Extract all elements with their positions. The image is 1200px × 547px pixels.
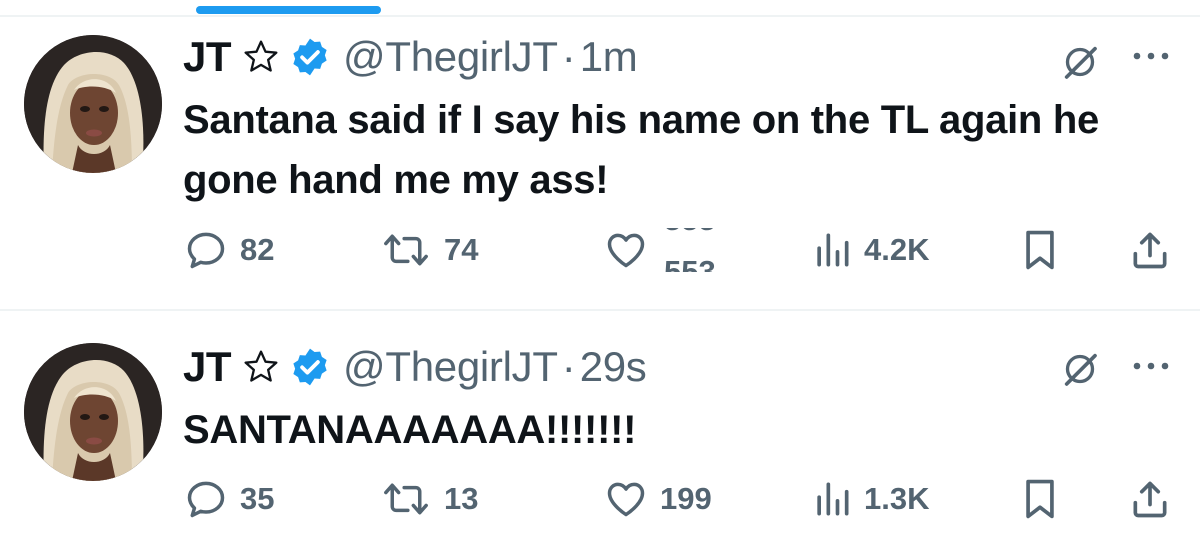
views-bars-icon xyxy=(817,233,849,267)
bookmark-icon xyxy=(1026,230,1054,270)
like-count-rolling: 555 553 xyxy=(660,228,730,272)
avatar-image xyxy=(24,343,162,481)
views-button[interactable]: 1.3K xyxy=(812,477,929,521)
bookmark-button[interactable] xyxy=(1020,228,1060,272)
reply-count: 35 xyxy=(240,481,275,516)
like-button[interactable]: 555 553 xyxy=(604,228,730,272)
more-dots-icon[interactable] xyxy=(1130,359,1172,373)
reply-button[interactable]: 35 xyxy=(184,477,274,521)
action-bar: 35 13 199 1.3K xyxy=(0,469,1200,529)
repost-button[interactable]: 74 xyxy=(380,228,478,272)
avatar-image xyxy=(24,35,162,173)
display-name[interactable]: JT xyxy=(183,343,232,391)
like-count-previous: 555 xyxy=(664,228,716,238)
bookmark-button[interactable] xyxy=(1020,477,1060,521)
tweet-text: Santana said if I say his name on the TL… xyxy=(183,98,1099,202)
user-handle[interactable]: @ThegirlJT xyxy=(343,343,558,391)
heart-icon xyxy=(607,482,645,517)
tweet-card[interactable]: JT @ThegirlJT · 29s SANTANAAAAAAA!!!!!!!… xyxy=(0,311,1200,547)
repost-count: 13 xyxy=(444,481,479,516)
grok-icon[interactable] xyxy=(1060,42,1100,82)
timestamp[interactable]: 1m xyxy=(580,33,638,81)
separator-dot: · xyxy=(561,33,576,80)
repost-arrows-icon xyxy=(384,234,428,266)
tweet-header: JT @ThegirlJT · 1m xyxy=(183,27,638,87)
reply-button[interactable]: 82 xyxy=(184,228,274,272)
avatar[interactable] xyxy=(24,35,162,173)
tab-active-indicator xyxy=(196,6,381,14)
display-name[interactable]: JT xyxy=(183,33,232,81)
repost-button[interactable]: 13 xyxy=(380,477,478,521)
avatar[interactable] xyxy=(24,343,162,481)
views-button[interactable]: 4.2K xyxy=(812,228,929,272)
views-count: 1.3K xyxy=(864,481,930,516)
heart-icon xyxy=(607,233,645,268)
repost-count: 74 xyxy=(444,232,479,267)
star-outline-icon xyxy=(241,347,281,387)
like-count: 199 xyxy=(660,481,712,516)
tweet-header: JT @ThegirlJT · 29s xyxy=(183,337,647,397)
reply-count: 82 xyxy=(240,232,275,267)
timestamp[interactable]: 29s xyxy=(580,343,647,391)
like-button[interactable]: 199 xyxy=(604,477,712,521)
more-dots-icon[interactable] xyxy=(1130,49,1172,63)
repost-arrows-icon xyxy=(384,483,428,515)
action-bar: 82 74 555 553 4.2K xyxy=(0,220,1200,280)
bookmark-icon xyxy=(1026,479,1054,519)
verified-badge-icon xyxy=(289,36,331,78)
views-bars-icon xyxy=(817,482,849,516)
reply-bubble-icon xyxy=(187,232,225,269)
separator-dot: · xyxy=(561,343,576,390)
star-outline-icon xyxy=(241,37,281,77)
share-button[interactable] xyxy=(1128,477,1172,521)
verified-badge-icon xyxy=(289,346,331,388)
share-upload-icon xyxy=(1133,481,1167,518)
like-count: 553 xyxy=(664,254,716,272)
reply-bubble-icon xyxy=(187,481,225,518)
tweet-text: SANTANAAAAAAA!!!!!!! xyxy=(183,408,637,452)
grok-icon[interactable] xyxy=(1060,349,1100,389)
share-upload-icon xyxy=(1133,232,1167,269)
share-button[interactable] xyxy=(1128,228,1172,272)
views-count: 4.2K xyxy=(864,232,930,267)
tweet-card[interactable]: JT @ThegirlJT · 1m Santana said if I say… xyxy=(0,17,1200,302)
user-handle[interactable]: @ThegirlJT xyxy=(343,33,558,81)
